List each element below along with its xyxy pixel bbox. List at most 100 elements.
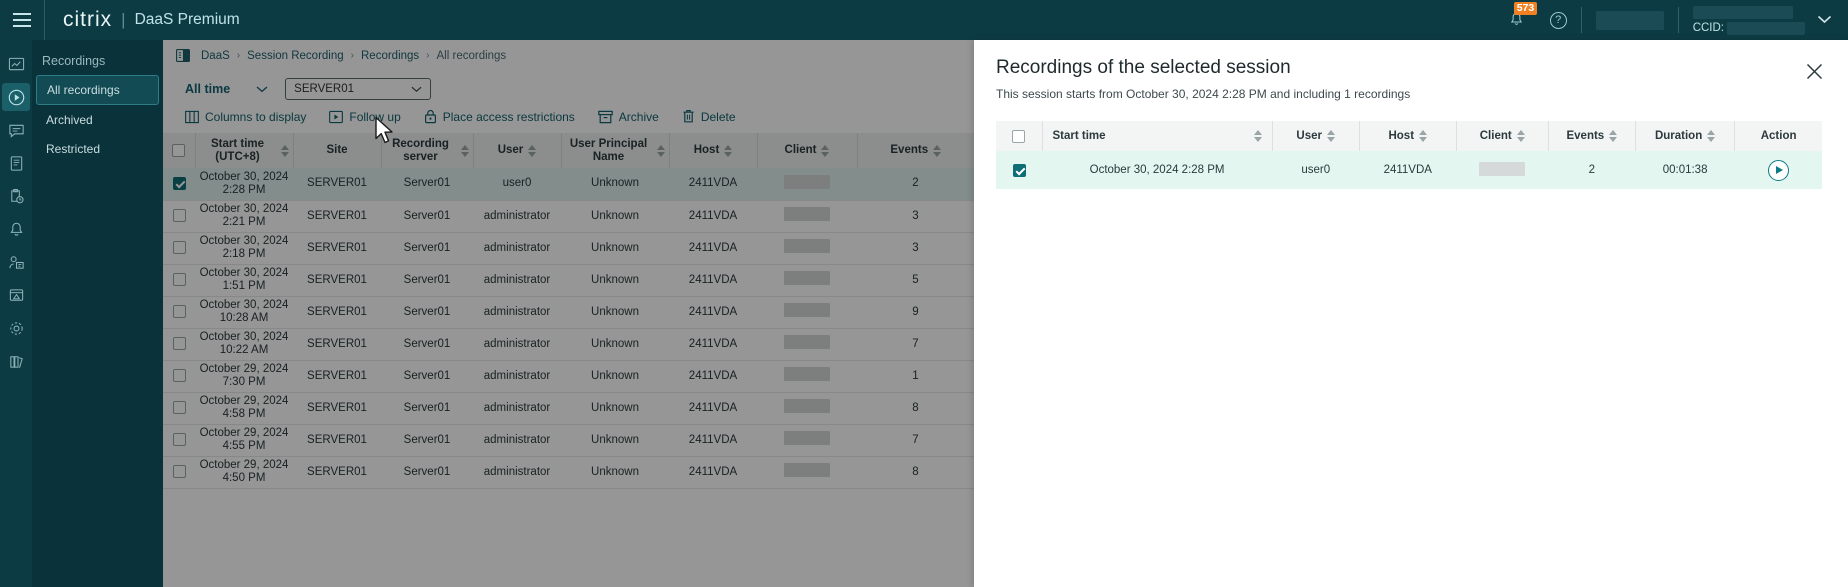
th-user[interactable]: User (473, 133, 561, 168)
table-row[interactable]: October 29, 2024 4:55 PMSERVER01Server01… (163, 424, 974, 456)
account-chevron-down-icon[interactable] (1817, 11, 1832, 29)
panel-th-events[interactable]: Events (1548, 121, 1635, 151)
row-checkbox-cell (163, 328, 195, 360)
application-window: citrix | DaaS Premium 573 ? CCID: (0, 0, 1848, 587)
th-site[interactable]: Site (293, 133, 381, 168)
sort-icon[interactable] (933, 145, 941, 157)
rail-item-recordings[interactable] (2, 83, 30, 111)
row-checkbox[interactable] (173, 241, 186, 254)
rail-item-library[interactable] (2, 347, 30, 375)
rail-item-users[interactable] (2, 248, 30, 276)
panel-th-user[interactable]: User (1272, 121, 1359, 151)
clipboard-clock-icon (8, 188, 25, 205)
row-checkbox[interactable] (173, 273, 186, 286)
sort-icon[interactable] (821, 145, 829, 157)
cell-start-time: October 30, 2024 10:28 AM (195, 296, 293, 328)
rail-item-policies[interactable] (2, 149, 30, 177)
citrix-logo[interactable]: citrix (63, 8, 112, 32)
panel-toggle-icon[interactable] (176, 49, 190, 62)
rail-item-comments[interactable] (2, 116, 30, 144)
th-label: Recording server (386, 138, 456, 164)
row-checkbox[interactable] (173, 337, 186, 350)
row-checkbox[interactable] (173, 209, 186, 222)
bell-icon (8, 221, 25, 238)
columns-icon (185, 110, 199, 124)
play-button[interactable] (1768, 160, 1789, 181)
row-checkbox[interactable] (173, 177, 186, 190)
time-filter-dropdown[interactable]: All time (185, 82, 268, 96)
sort-icon[interactable] (1254, 130, 1262, 142)
follow-up-button[interactable]: Follow up (329, 110, 400, 124)
breadcrumb-item-recordings[interactable]: Recordings (361, 50, 419, 62)
rail-item-monitor[interactable] (2, 50, 30, 78)
sort-icon[interactable] (1419, 130, 1427, 142)
close-icon[interactable] (1804, 61, 1824, 81)
sort-icon[interactable] (724, 145, 732, 157)
th-events[interactable]: Events (857, 133, 974, 168)
columns-to-display-button[interactable]: Columns to display (185, 110, 306, 124)
panel-th-host[interactable]: Host (1359, 121, 1456, 151)
rail-item-settings[interactable] (2, 314, 30, 342)
sort-icon[interactable] (657, 145, 665, 157)
th-host[interactable]: Host (669, 133, 757, 168)
select-all-checkbox[interactable] (172, 144, 185, 157)
archive-button[interactable]: Archive (598, 110, 659, 124)
sidebar-item-label: All recordings (47, 83, 120, 97)
place-access-restrictions-button[interactable]: Place access restrictions (424, 109, 575, 124)
rail-item-scheduled[interactable] (2, 182, 30, 210)
sidebar-item-restricted[interactable]: Restricted (36, 135, 159, 163)
cell-upn: Unknown (561, 424, 669, 456)
table-row[interactable]: October 30, 2024 2:18 PMSERVER01Server01… (163, 232, 974, 264)
sidebar-item-label: Archived (46, 113, 93, 127)
table-row[interactable]: October 30, 2024 2:28 PMSERVER01Server01… (163, 168, 974, 200)
sidebar-item-all-recordings[interactable]: All recordings (36, 75, 159, 105)
panel-th-client[interactable]: Client (1456, 121, 1548, 151)
row-checkbox[interactable] (173, 305, 186, 318)
panel-row-checkbox[interactable] (1013, 164, 1026, 177)
hamburger-menu-icon[interactable] (0, 0, 44, 40)
delete-button[interactable]: Delete (682, 109, 736, 124)
table-row[interactable]: October 30, 2024 1:51 PMSERVER01Server01… (163, 264, 974, 296)
sort-icon[interactable] (461, 145, 469, 157)
panel-table-row[interactable]: October 30, 2024 2:28 PMuser02411VDA200:… (996, 151, 1822, 189)
breadcrumb-item-session-recording[interactable]: Session Recording (247, 50, 344, 62)
panel-select-all-checkbox[interactable] (1012, 130, 1025, 143)
sort-icon[interactable] (1517, 130, 1525, 142)
th-recording-server[interactable]: Recording server (381, 133, 473, 168)
sort-icon[interactable] (1327, 130, 1335, 142)
notifications-bell[interactable]: 573 (1502, 5, 1532, 35)
panel-th-duration[interactable]: Duration (1635, 121, 1734, 151)
row-checkbox[interactable] (173, 401, 186, 414)
th-user-principal-name[interactable]: User Principal Name (561, 133, 669, 168)
sort-icon[interactable] (1609, 130, 1617, 142)
table-row[interactable]: October 29, 2024 4:58 PMSERVER01Server01… (163, 392, 974, 424)
table-row[interactable]: October 29, 2024 7:30 PMSERVER01Server01… (163, 360, 974, 392)
help-icon[interactable]: ? (1550, 12, 1567, 29)
table-row[interactable]: October 29, 2024 4:50 PMSERVER01Server01… (163, 456, 974, 488)
rail-item-incidents[interactable] (2, 281, 30, 309)
client-redacted (784, 335, 830, 349)
th-start-time[interactable]: Start time (UTC+8) (195, 133, 293, 168)
header-right-group: 573 ? CCID: (1502, 0, 1848, 40)
sort-icon[interactable] (528, 145, 536, 157)
table-row[interactable]: October 30, 2024 10:28 AMSERVER01Server0… (163, 296, 974, 328)
panel-th-action: Action (1735, 121, 1822, 151)
server-select[interactable]: SERVER01 (285, 78, 431, 100)
th-client[interactable]: Client (757, 133, 857, 168)
time-filter-label: All time (185, 82, 230, 96)
row-checkbox[interactable] (173, 433, 186, 446)
sort-icon[interactable] (281, 145, 289, 157)
th-label: User Principal Name (566, 138, 652, 164)
table-row[interactable]: October 30, 2024 2:21 PMSERVER01Server01… (163, 200, 974, 232)
rail-item-alerts[interactable] (2, 215, 30, 243)
row-checkbox[interactable] (173, 369, 186, 382)
cell-upn: Unknown (561, 328, 669, 360)
table-row[interactable]: October 30, 2024 10:22 AMSERVER01Server0… (163, 328, 974, 360)
cell-host: 2411VDA (669, 200, 757, 232)
panel-th-start-time[interactable]: Start time (1042, 121, 1272, 151)
breadcrumb-item-daas[interactable]: DaaS (201, 50, 230, 62)
row-checkbox[interactable] (173, 465, 186, 478)
sort-icon[interactable] (1707, 130, 1715, 142)
sidebar-item-archived[interactable]: Archived (36, 106, 159, 134)
cell-recording-server: Server01 (381, 200, 473, 232)
